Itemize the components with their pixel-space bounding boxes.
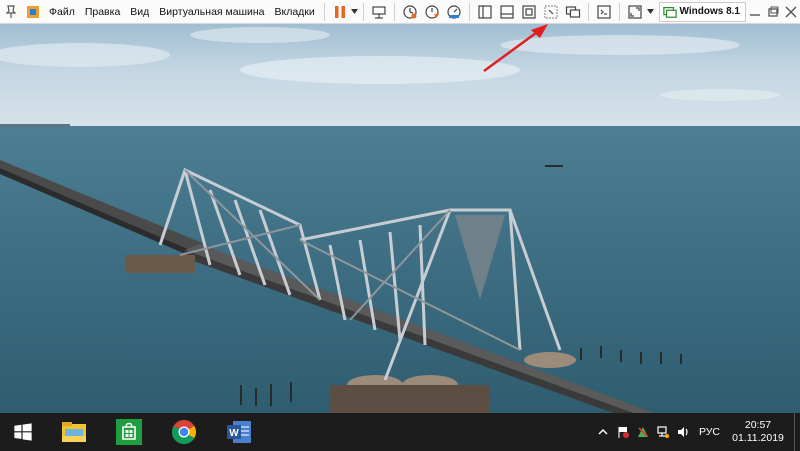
toolbar-separator [394, 2, 396, 21]
pause-dropdown-chevron-icon[interactable] [351, 1, 359, 23]
clock-time: 20:57 [744, 419, 772, 431]
vm-tab[interactable]: Windows 8.1 [658, 1, 746, 22]
store-icon[interactable] [101, 413, 156, 451]
toolbar-separator [323, 2, 325, 21]
toolbar-separator [588, 2, 590, 21]
pin-icon[interactable] [0, 1, 22, 23]
flag-icon[interactable] [613, 413, 633, 451]
vm-tab-label: Windows 8.1 [679, 6, 740, 17]
toolbar-separator [619, 2, 621, 21]
menu-view[interactable]: Вид [125, 0, 154, 24]
vm-tab-icon [662, 6, 677, 18]
taskbar: W РУС 20:57 01.11.2019 [0, 413, 800, 451]
menu-tabs[interactable]: Вкладки [270, 0, 320, 24]
system-tray: РУС 20:57 01.11.2019 [593, 413, 800, 451]
desktop-wallpaper [0, 0, 800, 430]
unity-icon[interactable] [562, 1, 584, 23]
clock-date: 01.11.2019 [732, 432, 784, 444]
security-icon[interactable] [633, 413, 653, 451]
pause-icon[interactable] [329, 1, 351, 23]
snapshot-revert-icon[interactable] [421, 1, 443, 23]
maximize-icon[interactable] [764, 1, 782, 23]
fit-window-icon[interactable] [518, 1, 540, 23]
view-tabs-icon[interactable] [496, 1, 518, 23]
minimize-icon[interactable] [746, 1, 764, 23]
language-indicator[interactable]: РУС [693, 413, 728, 451]
fullscreen-dropdown-chevron-icon[interactable] [646, 1, 654, 23]
show-desktop-button[interactable] [794, 413, 800, 451]
volume-icon[interactable] [673, 413, 693, 451]
vm-toolbar: Файл Правка Вид Виртуальная машина Вклад… [0, 0, 800, 24]
network-icon[interactable] [653, 413, 673, 451]
start-icon[interactable] [0, 413, 46, 451]
snapshot-manager-icon[interactable] [443, 1, 465, 23]
svg-text:W: W [229, 428, 239, 439]
stretch-icon[interactable] [540, 1, 562, 23]
close-icon[interactable] [782, 1, 800, 23]
home-icon[interactable] [22, 1, 44, 23]
chrome-icon[interactable] [156, 413, 211, 451]
snapshot-take-icon[interactable] [399, 1, 421, 23]
clock[interactable]: 20:57 01.11.2019 [728, 419, 794, 445]
chevron-up-icon[interactable] [593, 413, 613, 451]
menu-edit[interactable]: Правка [80, 0, 125, 24]
word-icon[interactable]: W [211, 413, 266, 451]
menu-file[interactable]: Файл [44, 0, 80, 24]
menu-virtual-machine[interactable]: Виртуальная машина [154, 0, 269, 24]
toolbar-separator [363, 2, 365, 21]
console-icon[interactable] [593, 1, 615, 23]
view-split-icon[interactable] [474, 1, 496, 23]
file-explorer-icon[interactable] [46, 413, 101, 451]
fullscreen-icon[interactable] [624, 1, 646, 23]
toolbar-separator [469, 2, 471, 21]
send-keys-icon[interactable] [368, 1, 390, 23]
